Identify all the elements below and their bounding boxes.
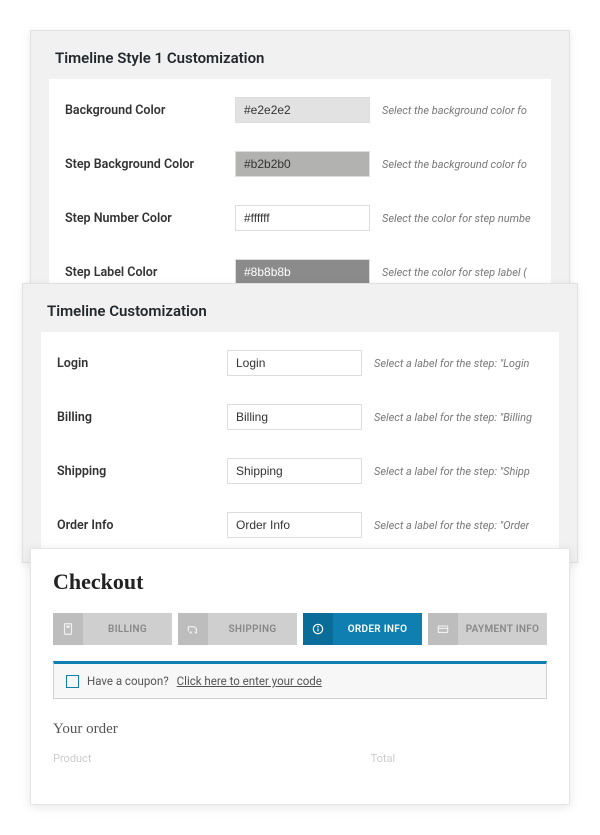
step-label: SHIPPING [208,624,297,635]
field-description: Select a label for the step: "Order [374,519,529,532]
field-label: Step Number Color [65,211,235,226]
background-color-input[interactable] [235,97,370,123]
step-label: BILLING [83,624,172,635]
order-info-label-input[interactable] [227,512,362,538]
step-payment-info[interactable]: PAYMENT INFO [428,613,547,645]
field-description: Select the background color fo [382,104,527,117]
step-background-color-input[interactable] [235,151,370,177]
coupon-icon [66,675,79,688]
login-label-input[interactable] [227,350,362,376]
step-number-color-input[interactable] [235,205,370,231]
order-table-header: Product Total [53,752,547,765]
coupon-text: Have a coupon? [87,674,169,688]
field-label: Step Label Color [65,265,235,280]
style1-customization-panel: Timeline Style 1 Customization Backgroun… [30,30,570,290]
your-order-heading: Your order [53,721,547,738]
field-description: Select the background color fo [382,158,527,171]
row-shipping: Shipping Select a label for the step: "S… [41,444,559,498]
row-step-number-color: Step Number Color Select the color for s… [49,191,551,245]
row-billing: Billing Select a label for the step: "Bi… [41,390,559,444]
checkout-title: Checkout [53,569,547,595]
shipping-label-input[interactable] [227,458,362,484]
panel-title: Timeline Style 1 Customization [31,31,569,79]
coupon-notice: Have a coupon? Click here to enter your … [53,661,547,699]
row-order-info: Order Info Select a label for the step: … [41,498,559,552]
form-block: Background Color Select the background c… [49,79,551,303]
row-background-color: Background Color Select the background c… [49,83,551,137]
field-description: Select a label for the step: "Billing [374,411,532,424]
col-product: Product [53,752,371,765]
billing-icon [53,613,83,645]
field-label: Shipping [57,464,227,479]
step-order-info[interactable]: ORDER INFO [303,613,422,645]
checkout-preview: Checkout BILLING SHIPPING ORDER INFO PAY… [30,548,570,805]
field-label: Login [57,356,227,371]
row-step-background-color: Step Background Color Select the backgro… [49,137,551,191]
field-label: Background Color [65,103,235,118]
step-label: ORDER INFO [333,624,422,635]
field-description: Select the color for step label ( [382,266,527,279]
field-label: Order Info [57,518,227,533]
field-label: Step Background Color [65,157,235,172]
field-label: Billing [57,410,227,425]
shipping-icon [178,613,208,645]
timeline-customization-panel: Timeline Customization Login Select a la… [22,283,578,563]
panel-title: Timeline Customization [23,284,577,332]
field-description: Select a label for the step: "Login [374,357,529,370]
billing-label-input[interactable] [227,404,362,430]
col-total: Total [371,752,547,765]
row-login: Login Select a label for the step: "Logi… [41,336,559,390]
step-shipping[interactable]: SHIPPING [178,613,297,645]
info-icon [303,613,333,645]
field-description: Select the color for step numbe [382,212,531,225]
payment-icon [428,613,458,645]
field-description: Select a label for the step: "Shipp [374,465,530,478]
checkout-steps: BILLING SHIPPING ORDER INFO PAYMENT INFO [53,613,547,645]
step-billing[interactable]: BILLING [53,613,172,645]
step-label: PAYMENT INFO [458,624,547,635]
coupon-link[interactable]: Click here to enter your code [177,674,322,688]
form-block: Login Select a label for the step: "Logi… [41,332,559,556]
step-label-color-input[interactable] [235,259,370,285]
